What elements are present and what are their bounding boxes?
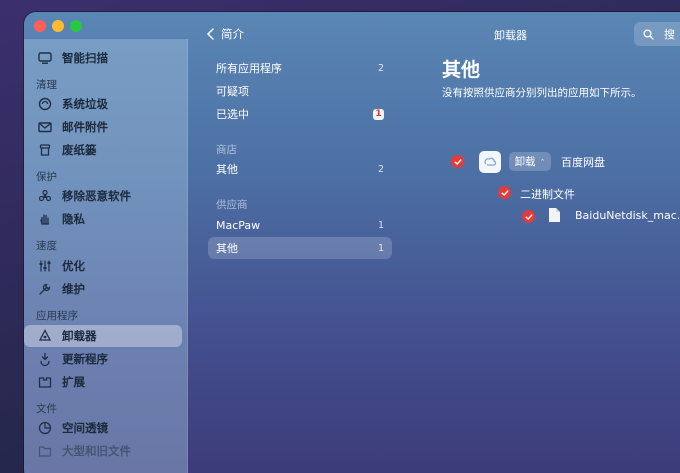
update-icon: [38, 352, 52, 366]
chevron-updown-icon: ⌃: [539, 157, 546, 166]
folder-icon: [38, 444, 52, 458]
sidebar-section-files: 文件: [36, 403, 57, 415]
sidebar-section-speed: 速度: [36, 240, 57, 252]
sidebar-item-space-lens[interactable]: 空间透镜: [24, 417, 182, 439]
section-vendor: 供应商: [216, 199, 248, 211]
page-description: 没有按照供应商分别列出的应用如下所示。: [442, 87, 642, 99]
sidebar-section-cleanup: 清理: [36, 79, 57, 91]
back-button[interactable]: 简介: [206, 26, 244, 42]
sidebar-item-label: 空间透镜: [62, 421, 108, 435]
document-icon: [549, 208, 560, 222]
list-item-label: 所有应用程序: [216, 62, 282, 75]
sidebar-item-label: 扩展: [62, 375, 85, 389]
sidebar-item-trash[interactable]: 废纸篓: [24, 139, 182, 161]
sidebar-item-label: 卸载器: [62, 329, 97, 343]
monitor-icon: [38, 51, 52, 65]
list-item-label: 可疑项: [216, 85, 249, 98]
wrench-icon: [38, 282, 52, 296]
sidebar-item-optimization[interactable]: 优化: [24, 255, 182, 277]
file-checkbox[interactable]: [522, 210, 535, 223]
list-item-vendor-other[interactable]: 其他 1: [208, 237, 392, 259]
sidebar-item-extensions[interactable]: 扩展: [24, 371, 182, 393]
list-item-label: 已选中: [216, 108, 249, 121]
binary-files-label: 二进制文件: [520, 188, 575, 201]
close-window-button[interactable]: [34, 20, 46, 32]
list-item-label: MacPaw: [216, 218, 261, 232]
sidebar-item-malware-removal[interactable]: 移除恶意软件: [24, 185, 182, 207]
zoom-window-button[interactable]: [70, 20, 82, 32]
sidebar-item-large-old-files[interactable]: 大型和旧文件: [24, 440, 182, 462]
list-item-count: 2: [377, 62, 384, 74]
list-item-store-other[interactable]: 其他 2: [208, 158, 392, 180]
extension-icon: [38, 375, 52, 389]
hand-icon: [38, 212, 52, 226]
app-checkbox[interactable]: [451, 155, 464, 168]
list-item-suspicious[interactable]: 可疑项: [208, 80, 392, 102]
sidebar-item-label: 系统垃圾: [62, 97, 108, 111]
sidebar-item-maintenance[interactable]: 维护: [24, 278, 182, 300]
sidebar-item-label: 智能扫描: [62, 51, 108, 65]
mail-icon: [38, 120, 52, 134]
sidebar-item-label: 大型和旧文件: [62, 444, 131, 458]
list-item-vendor-macpaw[interactable]: MacPaw 1: [208, 214, 392, 236]
list-item-all-apps[interactable]: 所有应用程序 2: [208, 57, 392, 79]
binary-checkbox[interactable]: [498, 186, 511, 199]
sidebar-item-uninstaller[interactable]: 卸载器: [24, 325, 182, 347]
back-label: 简介: [221, 27, 244, 41]
checkmark-icon: [525, 213, 532, 220]
sidebar-item-label: 优化: [62, 259, 85, 273]
chevron-left-icon: [206, 28, 214, 40]
sidebar-item-smart-scan[interactable]: 智能扫描: [24, 47, 182, 69]
sidebar-item-label: 更新程序: [62, 352, 108, 366]
section-store: 商店: [216, 144, 237, 156]
sidebar-item-label: 维护: [62, 282, 85, 296]
app-window: 智能扫描 清理 系统垃圾 邮件附件 废纸篓 保护 移除恶意软件 隐私 速度 优化…: [24, 12, 680, 473]
sidebar-item-system-junk[interactable]: 系统垃圾: [24, 93, 182, 115]
sidebar-item-label: 隐私: [62, 212, 85, 226]
sidebar-item-privacy[interactable]: 隐私: [24, 208, 182, 230]
window-controls: [34, 20, 82, 32]
page-title: 其他: [442, 59, 481, 81]
sidebar: 智能扫描 清理 系统垃圾 邮件附件 废纸篓 保护 移除恶意软件 隐私 速度 优化…: [24, 39, 188, 473]
main-content: 卸载器 搜 其他 没有按照供应商分别列出的应用如下所示。 卸载 ⌃ 百度网盘 二…: [414, 12, 680, 473]
search-field[interactable]: 搜: [634, 22, 680, 46]
module-header: 卸载器: [494, 29, 527, 42]
category-list-pane: 简介 所有应用程序 2 可疑项 已选中 1 商店 其他 2 供应商 MacPaw…: [188, 12, 414, 473]
file-name: BaiduNetdisk_mac.app: [575, 209, 680, 222]
sidebar-section-applications: 应用程序: [36, 310, 78, 322]
apps-icon: [38, 329, 52, 343]
trash-bin-icon: [38, 143, 52, 157]
list-item-label: 其他: [216, 242, 238, 255]
sidebar-item-label: 废纸篓: [62, 143, 97, 157]
search-icon: [643, 28, 654, 40]
list-item-count: 1: [377, 219, 384, 231]
uninstall-label: 卸载: [514, 156, 536, 168]
baidu-app-icon: [479, 151, 501, 173]
search-placeholder: 搜: [664, 28, 675, 41]
biohazard-icon: [38, 189, 52, 203]
checkmark-icon: [454, 158, 461, 165]
list-item-selected[interactable]: 已选中 1: [208, 103, 392, 125]
trash-cycle-icon: [38, 97, 52, 111]
minimize-window-button[interactable]: [52, 20, 64, 32]
uninstall-action-dropdown[interactable]: 卸载 ⌃: [509, 152, 551, 171]
list-item-label: 其他: [216, 163, 238, 176]
list-item-count: 2: [377, 163, 384, 175]
app-name: 百度网盘: [561, 156, 605, 169]
lens-icon: [38, 421, 52, 435]
sidebar-section-protection: 保护: [36, 171, 57, 183]
sidebar-item-label: 邮件附件: [62, 120, 108, 134]
sliders-icon: [38, 259, 52, 273]
sidebar-item-label: 移除恶意软件: [62, 189, 131, 203]
checkmark-icon: [501, 189, 508, 196]
selected-count-badge: 1: [373, 108, 384, 120]
sidebar-item-mail-attachments[interactable]: 邮件附件: [24, 116, 182, 138]
sidebar-item-updater[interactable]: 更新程序: [24, 348, 182, 370]
list-item-count: 1: [377, 242, 384, 254]
